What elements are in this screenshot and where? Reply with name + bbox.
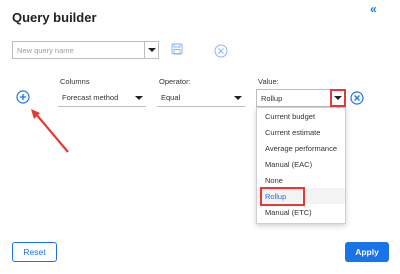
chevron-down-icon[interactable] <box>144 42 158 58</box>
reset-button[interactable]: Reset <box>12 242 57 262</box>
operator-select-value: Equal <box>161 93 181 102</box>
value-label: Value: <box>258 77 279 86</box>
columns-select-value: Forecast method <box>62 93 119 102</box>
dropdown-option[interactable]: Average performance <box>257 140 345 156</box>
chevron-down-icon[interactable] <box>330 89 346 107</box>
clear-icon[interactable] <box>214 44 228 58</box>
value-select-value: Rollup <box>261 93 283 103</box>
dropdown-option[interactable]: Current budget <box>257 108 345 124</box>
apply-button[interactable]: Apply <box>345 242 389 262</box>
operator-label: Operator: <box>159 77 191 86</box>
value-select[interactable]: Rollup <box>256 89 346 107</box>
query-builder-panel: Query builder « New query name Columns O… <box>0 0 400 274</box>
query-name-placeholder: New query name <box>17 45 74 55</box>
dropdown-option[interactable]: Manual (EAC) <box>257 156 345 172</box>
value-dropdown-list: Current budget Current estimate Average … <box>256 107 346 224</box>
remove-icon[interactable] <box>350 91 364 105</box>
operator-select[interactable]: Equal <box>157 89 245 107</box>
add-icon[interactable] <box>16 90 30 104</box>
dropdown-option[interactable]: None <box>257 172 345 188</box>
chevron-down-icon[interactable] <box>231 89 245 106</box>
dropdown-option[interactable]: Manual (ETC) <box>257 204 345 220</box>
save-icon[interactable] <box>171 43 183 55</box>
dropdown-option[interactable]: Current estimate <box>257 124 345 140</box>
query-name-field[interactable]: New query name <box>12 41 159 59</box>
collapse-icon[interactable]: « <box>370 2 377 16</box>
columns-select[interactable]: Forecast method <box>58 89 146 107</box>
annotation-arrow-icon <box>31 109 69 153</box>
dropdown-option-selected[interactable]: Rollup <box>257 186 345 206</box>
chevron-down-icon[interactable] <box>132 89 146 106</box>
page-title: Query builder <box>12 10 97 25</box>
columns-label: Columns <box>60 77 90 86</box>
